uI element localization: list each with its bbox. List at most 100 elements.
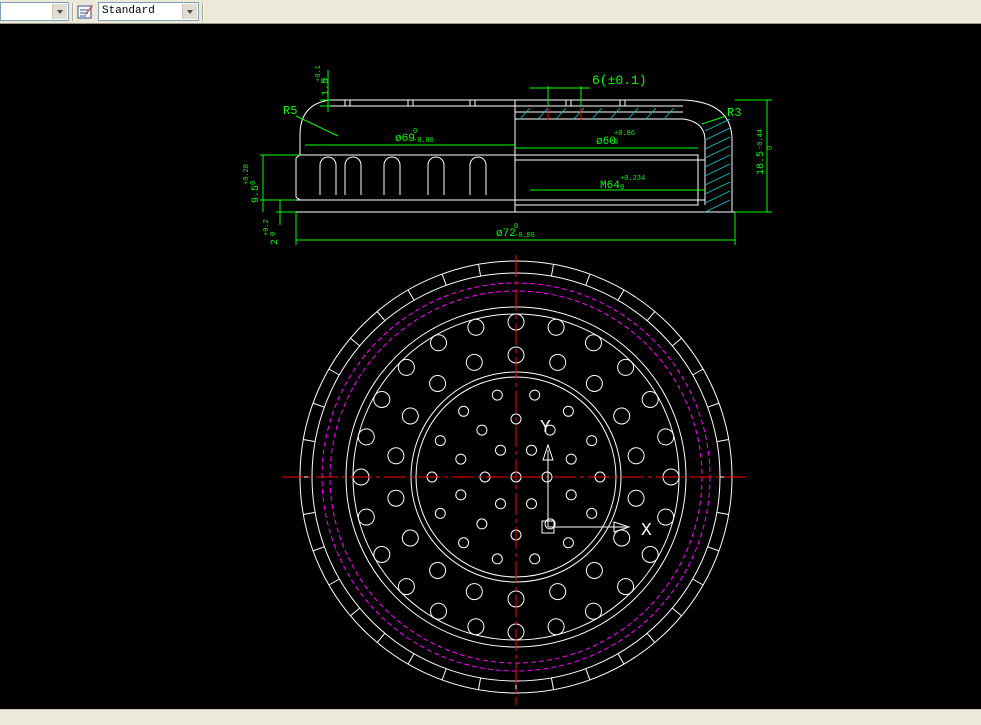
hatch-line <box>704 190 731 204</box>
outer-diameter-dim: ø72 <box>496 228 516 240</box>
hatch-line <box>704 172 731 186</box>
filter-hole <box>458 405 470 417</box>
filter-hole <box>465 353 483 371</box>
chevron-down-icon[interactable] <box>52 4 67 19</box>
drawing-canvas[interactable]: 6(±0.1) R5 R3 ø69 0 -0.86 ø60 +0.86 0 M6… <box>0 25 981 709</box>
filter-hole <box>495 498 506 510</box>
filter-hole <box>586 507 598 519</box>
hatch-line <box>609 107 621 120</box>
wall-slots <box>319 156 487 195</box>
rim-notch <box>376 632 386 643</box>
rim-notch <box>646 632 656 643</box>
filter-hole <box>565 453 577 465</box>
filter-hole <box>430 334 447 352</box>
filter-hole <box>585 375 603 392</box>
hatch-line <box>537 107 549 120</box>
plan-centerlines <box>282 255 750 705</box>
filter-hole <box>562 405 574 417</box>
filter-hole <box>429 375 447 392</box>
hatch-line <box>704 199 731 213</box>
filter-hole <box>465 583 483 601</box>
outer-diameter-tol-upper: 0 <box>514 223 518 231</box>
rim-notch <box>312 402 325 408</box>
filter-hole <box>467 318 485 336</box>
top-slot-marks <box>344 100 626 106</box>
rim-notch <box>646 311 656 322</box>
rim-notch <box>407 653 415 665</box>
wall-slot <box>469 156 487 195</box>
inner-diameter-tol-upper: 0 <box>413 128 417 136</box>
rim-notch <box>312 546 325 552</box>
rim-notch <box>692 578 704 586</box>
filter-hole <box>401 529 419 547</box>
wall-height-dim: 9.5 <box>251 185 262 203</box>
inner-diameter-tol-lower: -0.86 <box>413 137 434 145</box>
hatch-line <box>573 107 585 120</box>
rim-notch <box>550 677 554 690</box>
rim-notch <box>716 439 729 443</box>
filter-hole <box>397 578 415 596</box>
text-style-combo[interactable]: Standard <box>98 2 199 21</box>
left-wall-edge <box>295 154 301 201</box>
hatch-line <box>704 136 731 150</box>
filter-hole <box>613 529 631 547</box>
filter-hole <box>357 428 375 446</box>
ucs-y-label: Y <box>540 418 551 438</box>
rim-notch <box>585 668 591 681</box>
filter-hole <box>529 553 541 565</box>
filter-hole <box>627 447 645 465</box>
filter-hole <box>455 453 467 465</box>
rim-notch <box>376 311 386 322</box>
hatch-line <box>555 107 567 120</box>
hatch-line <box>704 145 731 159</box>
filter-hole <box>387 447 405 465</box>
top-thickness-tol-lower: 0 <box>321 78 329 82</box>
filter-hole <box>491 389 503 401</box>
properties-toolbar: Standard <box>0 0 981 24</box>
hatch-line <box>519 107 531 120</box>
ucs-x-label: X <box>641 521 652 541</box>
filter-hole <box>429 562 447 579</box>
layer-combo[interactable] <box>0 2 69 21</box>
wall-slot <box>427 156 445 195</box>
ucs-icon[interactable] <box>541 443 631 534</box>
hatch-line <box>704 127 731 141</box>
rim-notch <box>407 289 415 301</box>
filter-hole <box>585 334 602 352</box>
filter-hole <box>657 428 675 446</box>
filter-hole <box>401 407 419 425</box>
right-radius-dim: R3 <box>727 106 741 120</box>
wall-slot <box>319 156 337 195</box>
filter-hole <box>565 489 577 501</box>
toolbar-separator <box>72 3 74 21</box>
thread-dim: M64 <box>600 180 620 192</box>
toolbar-separator <box>202 3 204 21</box>
total-height-dim: 18.5 <box>756 151 767 175</box>
rim-notch <box>716 511 729 515</box>
rim-notch <box>550 264 554 277</box>
hatch-line <box>645 107 657 120</box>
rim-notch <box>328 578 340 586</box>
inner-diameter-dim: ø69 <box>395 133 415 145</box>
rim-notch <box>617 653 625 665</box>
filter-hole <box>657 508 675 526</box>
rim-notch <box>303 511 316 515</box>
chevron-down-icon[interactable] <box>182 4 197 19</box>
left-fillet-edge <box>299 99 331 155</box>
filter-hole <box>641 391 659 408</box>
bore-dim: ø60 <box>596 136 616 148</box>
filter-hole <box>373 391 391 408</box>
rim-notch <box>350 337 361 347</box>
outer-diameter-tol-lower: -0.86 <box>514 232 535 240</box>
filter-hole <box>547 618 565 636</box>
text-style-icon[interactable] <box>77 3 94 20</box>
filter-hole <box>357 508 375 526</box>
rim-notch <box>478 264 482 277</box>
rim-notch <box>707 546 720 552</box>
filter-hole <box>397 358 415 376</box>
hatch-line <box>704 118 731 132</box>
filter-hole <box>585 562 603 579</box>
filter-hole <box>549 583 567 601</box>
filter-hole <box>617 578 635 596</box>
section-view <box>295 99 735 213</box>
